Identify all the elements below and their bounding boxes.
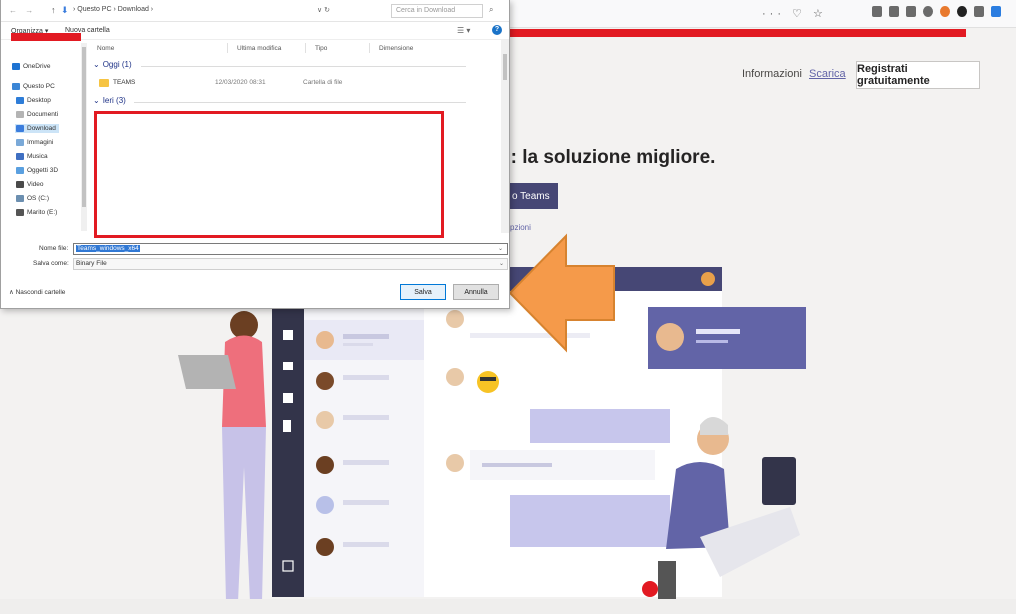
filename-row: Nome file: Teams_windows_x64 ⌄ xyxy=(1,243,509,255)
page-actions-icons[interactable]: ··· ♡ ☆ xyxy=(762,7,827,20)
back-forward-icon[interactable]: ← → xyxy=(9,6,36,15)
download-icon xyxy=(16,125,24,132)
extension-blue-icon[interactable] xyxy=(991,6,1001,17)
account-icon[interactable] xyxy=(923,6,933,17)
nav-item-oggetti-3d[interactable]: Oggetti 3D xyxy=(16,167,58,174)
register-free-button[interactable]: Registrati gratuitamente xyxy=(856,61,980,89)
address-bar: ← → ↑ ⬇ › Questo PC › Download › ∨ ↻ Cer… xyxy=(1,0,509,22)
file-list-scrollbar[interactable] xyxy=(501,40,509,233)
save-type-row: Salva come: Binary File ⌄ xyxy=(1,258,509,270)
refresh-icon[interactable]: ∨ ↻ xyxy=(317,6,330,14)
nav-item-onedrive[interactable]: OneDrive xyxy=(12,63,50,70)
nav-scrollbar-thumb[interactable] xyxy=(82,47,86,207)
download-folder-icon: ⬇ xyxy=(61,5,69,15)
sidebar-icon[interactable] xyxy=(906,6,916,17)
column-divider xyxy=(369,43,370,53)
objects-3d-icon xyxy=(16,167,24,174)
file-row[interactable]: TEAMS 12/03/2020 08:31 Cartella di file xyxy=(91,77,471,89)
save-type-label: Salva come: xyxy=(33,260,69,267)
filename-label: Nome file: xyxy=(39,245,69,252)
onedrive-icon xyxy=(12,63,20,70)
nav-scrollbar[interactable] xyxy=(81,43,87,231)
redaction-strip xyxy=(11,33,81,41)
column-divider xyxy=(305,43,306,53)
page-title: o: la soluzione migliore. xyxy=(499,147,716,168)
column-header-name[interactable]: Nome xyxy=(97,45,114,52)
hide-folders-toggle[interactable]: ∧ Nascondi cartelle xyxy=(9,288,65,296)
column-header-modified[interactable]: Ultima modifica xyxy=(237,45,281,52)
save-button[interactable]: Salva xyxy=(400,284,446,300)
search-input[interactable]: Cerca in Download xyxy=(391,4,483,18)
view-options-icon[interactable]: ☰ ▾ xyxy=(457,26,470,35)
nav-item-marito-e[interactable]: Marito (E:) xyxy=(16,209,57,216)
group-header-yesterday[interactable]: ⌄ Ieri (3) xyxy=(93,96,126,105)
video-icon xyxy=(16,181,24,188)
cancel-button[interactable]: Annulla xyxy=(453,284,499,300)
extension-dark-icon[interactable] xyxy=(957,6,967,17)
other-options-link[interactable]: pzioni xyxy=(510,223,531,232)
nav-item-os-c[interactable]: OS (C:) xyxy=(16,195,49,202)
desktop-icon xyxy=(16,97,24,104)
filename-input[interactable]: Teams_windows_x64 ⌄ xyxy=(73,243,508,255)
navigation-pane: OneDrive Questo PC Desktop Documenti Dow… xyxy=(1,43,87,233)
folder-icon xyxy=(99,79,109,87)
nav-item-download[interactable]: Download xyxy=(15,124,59,133)
redaction-box xyxy=(94,111,444,238)
save-type-select[interactable]: Binary File ⌄ xyxy=(73,258,508,270)
chevron-down-icon: ⌄ xyxy=(93,60,100,69)
orange-arrow-annotation xyxy=(508,233,615,353)
images-icon xyxy=(16,139,24,146)
documents-icon xyxy=(16,111,24,118)
file-name: TEAMS xyxy=(113,79,136,86)
help-icon[interactable]: ? xyxy=(492,25,502,35)
network-drive-icon xyxy=(16,209,24,216)
nav-item-questo-pc[interactable]: Questo PC xyxy=(12,83,55,90)
nav-informazioni-link[interactable]: Informazioni xyxy=(742,68,802,80)
chevron-down-icon[interactable]: ⌄ xyxy=(497,245,504,252)
nav-item-video[interactable]: Video xyxy=(16,181,44,188)
nav-item-desktop[interactable]: Desktop xyxy=(16,97,51,104)
music-icon xyxy=(16,153,24,160)
breadcrumb[interactable]: › Questo PC › Download › xyxy=(73,6,153,13)
file-modified: 12/03/2020 08:31 xyxy=(215,79,266,86)
downloads-icon[interactable] xyxy=(872,6,882,17)
search-icon[interactable]: ⌕ xyxy=(489,5,493,15)
chevron-down-icon[interactable]: ⌄ xyxy=(499,260,504,267)
column-divider xyxy=(227,43,228,53)
library-icon[interactable] xyxy=(889,6,899,17)
extensions-toolbar xyxy=(872,6,1001,17)
redaction-bar xyxy=(510,29,966,37)
group-divider xyxy=(134,102,466,103)
pc-icon xyxy=(12,83,20,90)
column-header-type[interactable]: Tipo xyxy=(315,45,327,52)
file-list: Nome Ultima modifica Tipo Dimensione ⌄ O… xyxy=(89,40,501,238)
file-type: Cartella di file xyxy=(303,79,343,86)
download-teams-button[interactable]: o Teams xyxy=(508,183,558,209)
up-arrow-icon[interactable]: ↑ xyxy=(51,5,56,15)
nav-item-documenti[interactable]: Documenti xyxy=(16,111,58,118)
file-list-scrollbar-thumb[interactable] xyxy=(503,54,507,80)
drive-icon xyxy=(16,195,24,202)
chevron-down-icon: ⌄ xyxy=(93,96,100,105)
save-as-dialog: ← → ↑ ⬇ › Questo PC › Download › ∨ ↻ Cer… xyxy=(0,0,510,309)
nav-item-musica[interactable]: Musica xyxy=(16,153,48,160)
nav-item-immagini[interactable]: Immagini xyxy=(16,139,53,146)
group-header-today[interactable]: ⌄ Oggi (1) xyxy=(93,60,132,69)
shield-icon[interactable] xyxy=(974,6,984,17)
extension-orange-icon[interactable] xyxy=(940,6,950,17)
nav-scarica-link[interactable]: Scarica xyxy=(809,68,846,80)
group-divider xyxy=(141,66,466,67)
column-header-size[interactable]: Dimensione xyxy=(379,45,413,52)
